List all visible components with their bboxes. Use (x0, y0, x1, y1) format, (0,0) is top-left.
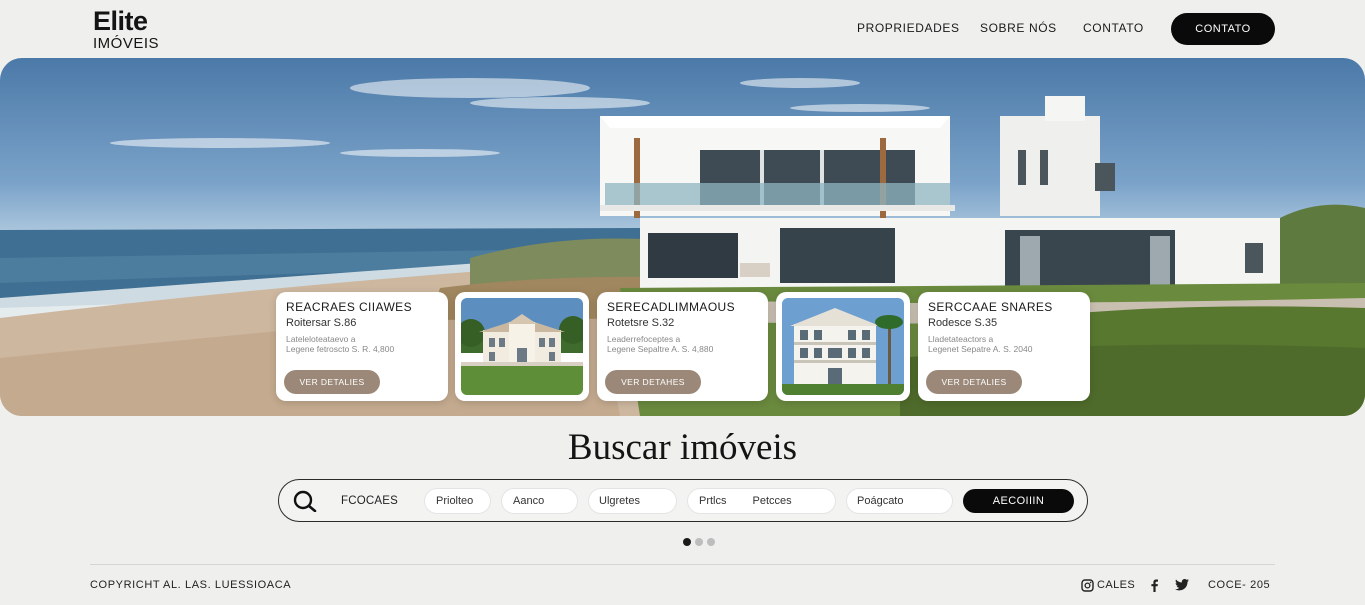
logo[interactable]: Elite IMÓVEIS (93, 6, 160, 52)
colonial-house-photo (782, 298, 904, 395)
filter-pill[interactable]: Ulgretes (589, 489, 676, 513)
filter-label: Prtlcs (699, 495, 727, 507)
card-detail: Lateleloteataevo a (286, 334, 356, 344)
card-price: Rotetsre S.32 (607, 317, 675, 329)
property-photo-card[interactable] (776, 292, 910, 401)
property-card[interactable]: REACRAES CIIAWES Roitersar S.86 Latelelo… (276, 292, 448, 401)
logo-line2: IMÓVEIS (93, 35, 160, 52)
card-price: Roitersar S.86 (286, 317, 357, 329)
card-title: REACRAES CIIAWES (286, 300, 412, 314)
carousel-dots (683, 538, 715, 546)
property-photo-card[interactable] (455, 292, 589, 401)
twitter-icon[interactable] (1175, 579, 1189, 591)
card-detail: Legene fetroscto S. R. 4,800 (286, 344, 395, 354)
copyright-text: COPYRICHT AL. LAS. LUESSIOACA (90, 579, 292, 591)
carousel-dot[interactable] (707, 538, 715, 546)
social-label[interactable]: CALES (1097, 579, 1135, 591)
nav-contato[interactable]: CONTATO (1083, 21, 1144, 35)
filter-label: Petcces (752, 495, 792, 507)
carousel-dot[interactable] (683, 538, 691, 546)
filter-pill[interactable]: Poágcato (847, 489, 952, 513)
filter-label: Ulgretes (599, 495, 640, 507)
filter-label: Aanco (513, 495, 545, 507)
nav-sobre-nos[interactable]: SOBRE NÓS (980, 21, 1057, 35)
search-icon[interactable] (292, 490, 318, 512)
carousel-dot[interactable] (695, 538, 703, 546)
view-details-button[interactable]: VER DETALIES (284, 370, 380, 394)
search-title: Buscar imóveis (567, 427, 798, 468)
card-price: Rodesce S.35 (928, 317, 998, 329)
property-card[interactable]: SERCCAAE SNARES Rodesce S.35 Lladetateac… (918, 292, 1090, 401)
search-label: FCOCAES (341, 495, 398, 507)
view-details-button[interactable]: VER DETAHES (605, 370, 701, 394)
contato-button[interactable]: CONTATO (1171, 13, 1275, 45)
filter-label: Priolteo (436, 495, 474, 507)
logo-line1: Elite (93, 6, 148, 36)
card-title: SERCCAAE SNARES (928, 300, 1053, 314)
card-detail: Lladetateactors a (928, 334, 994, 344)
filter-label: Poágcato (857, 495, 904, 507)
card-detail: Legenet Sepatre A. S. 2040 (928, 344, 1033, 354)
search-button[interactable]: AECOIIIN (963, 489, 1074, 513)
filter-pill[interactable]: Priolteo (425, 489, 490, 513)
instagram-icon[interactable] (1081, 579, 1094, 592)
mansion-photo (461, 298, 583, 395)
filter-pill[interactable]: Aanco (502, 489, 577, 513)
nav-propriedades[interactable]: PROPRIEDADES (857, 21, 960, 35)
footer-code: COCE- 205 (1208, 579, 1271, 591)
card-detail: Leaderrefoceptes a (607, 334, 681, 344)
card-title: SERECADLIMMAOUS (607, 300, 736, 314)
card-detail: Legene Sepaltre A. S. 4,880 (607, 344, 714, 354)
view-details-button[interactable]: VER DETALIES (926, 370, 1022, 394)
filter-pill[interactable]: Prtlcs Petcces (688, 489, 835, 513)
footer-divider (90, 564, 1275, 565)
search-bar: FCOCAES Priolteo Aanco Ulgretes Prtlcs P… (278, 479, 1088, 522)
facebook-icon[interactable] (1150, 579, 1159, 592)
property-card[interactable]: SERECADLIMMAOUS Rotetsre S.32 Leaderrefo… (597, 292, 768, 401)
